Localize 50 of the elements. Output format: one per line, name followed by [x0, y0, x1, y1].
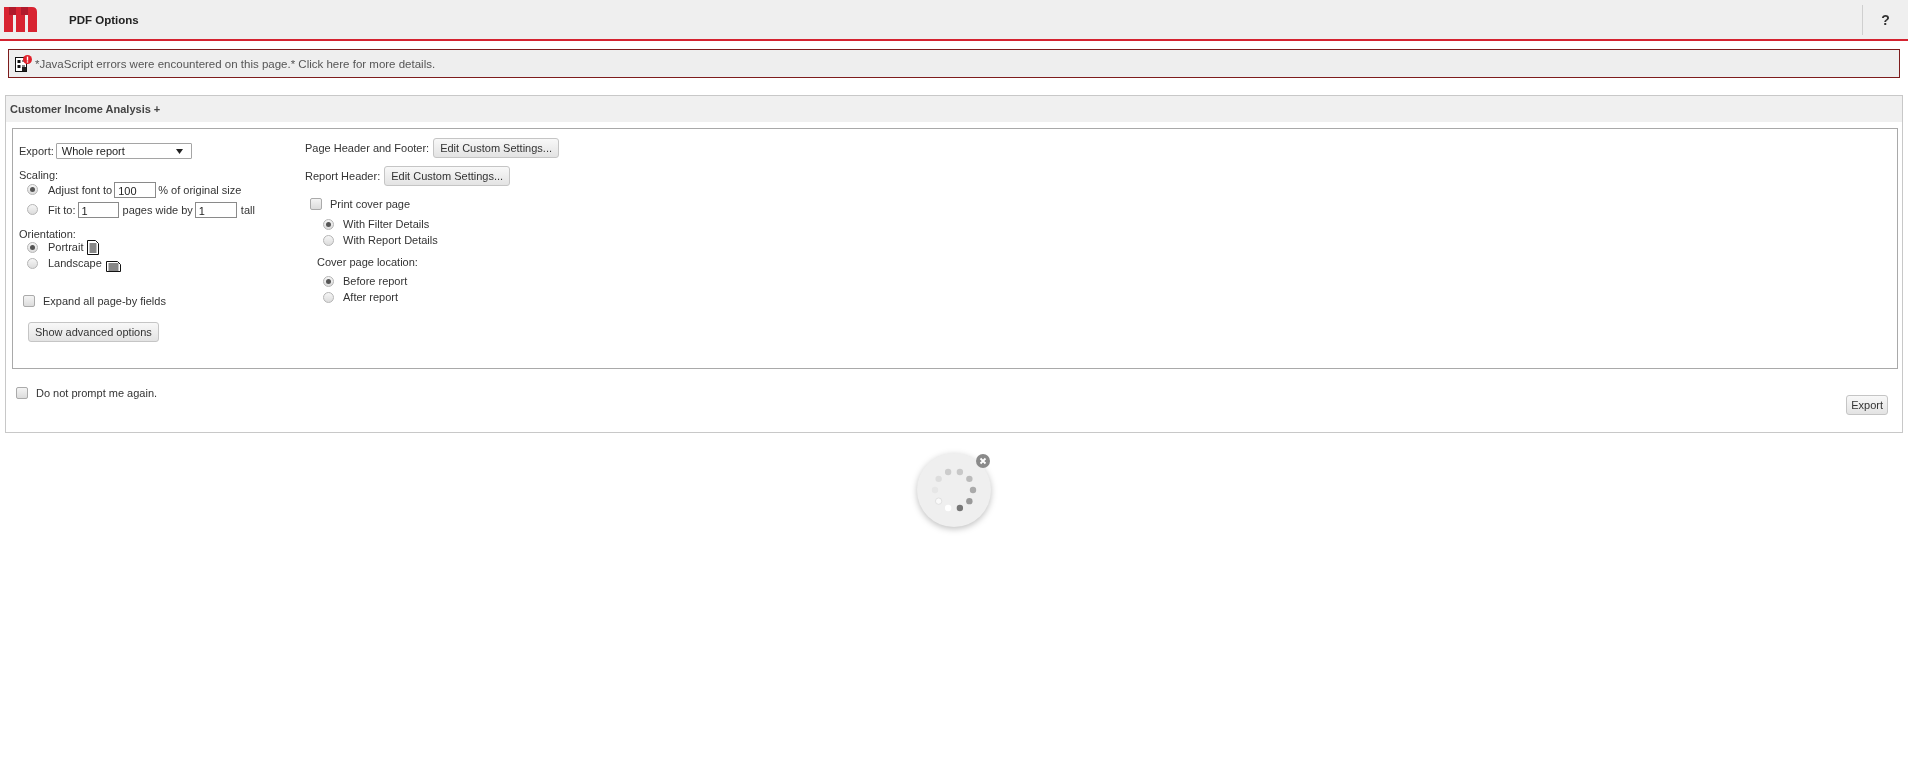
- section-label: Orientation:: [19, 227, 76, 241]
- setting-label: Report Header:: [305, 169, 381, 183]
- checkbox[interactable]: [310, 198, 322, 210]
- radio-button[interactable]: [27, 204, 38, 215]
- caret-icon: [175, 148, 183, 154]
- close-icon[interactable]: [976, 454, 990, 468]
- help-button[interactable]: ?: [1862, 4, 1908, 35]
- option-label: With Filter Details: [343, 217, 430, 231]
- export-select[interactable]: Whole report: [55, 143, 192, 159]
- export-label: Export:: [19, 144, 54, 158]
- option-label: With Report Details: [343, 233, 438, 247]
- font-percent-field[interactable]: 100: [114, 181, 157, 198]
- error-message[interactable]: *JavaScript errors were encountered on this page.* Click here for more details.: [35, 57, 436, 70]
- show-advanced-options-button[interactable]: Show advanced options: [28, 322, 159, 342]
- option-suffix: tall: [240, 202, 255, 217]
- checkbox-label: Expand all page-by fields: [43, 294, 166, 308]
- document-error-icon: [15, 55, 32, 72]
- radio-button[interactable]: [323, 291, 334, 303]
- export-button[interactable]: Export: [1846, 395, 1888, 415]
- section-label: Scaling:: [19, 167, 59, 182]
- option-suffix: % of original size: [158, 182, 242, 197]
- option-label: Landscape: [48, 256, 102, 270]
- checkbox[interactable]: [23, 295, 35, 307]
- page-title: PDF Options: [69, 13, 139, 26]
- pages-tall-field[interactable]: 1: [194, 201, 237, 218]
- option-label: Before report: [343, 274, 408, 288]
- checkbox[interactable]: [16, 387, 28, 399]
- edit-settings-button[interactable]: Edit Custom Settings...: [433, 138, 560, 158]
- checkbox-label: Do not prompt me again.: [36, 386, 158, 400]
- logo-icon: [4, 7, 37, 32]
- radio-button[interactable]: [323, 218, 334, 230]
- option-label: Fit to:: [48, 202, 76, 217]
- landscape-page-icon: [105, 260, 121, 272]
- option-label: pages wide by: [122, 202, 193, 217]
- radio-button[interactable]: [27, 257, 38, 269]
- checkbox-label: Print cover page: [330, 197, 411, 211]
- edit-settings-button[interactable]: Edit Custom Settings...: [384, 166, 511, 186]
- setting-label: Page Header and Footer:: [305, 141, 430, 155]
- portrait-page-icon: [87, 239, 100, 255]
- report-title: Customer Income Analysis +: [10, 103, 161, 115]
- pages-wide-field[interactable]: 1: [77, 201, 119, 218]
- option-label: Portrait: [48, 240, 84, 254]
- radio-button[interactable]: [27, 241, 38, 253]
- option-label: Adjust font to: [48, 182, 113, 197]
- radio-button[interactable]: [323, 275, 334, 287]
- radio-button[interactable]: [323, 234, 334, 246]
- error-banner[interactable]: *JavaScript errors were encountered on this page.* Click here for more details.: [8, 49, 1900, 78]
- radio-button[interactable]: [27, 184, 38, 195]
- section-label: Cover page location:: [317, 255, 418, 269]
- option-label: After report: [343, 290, 399, 304]
